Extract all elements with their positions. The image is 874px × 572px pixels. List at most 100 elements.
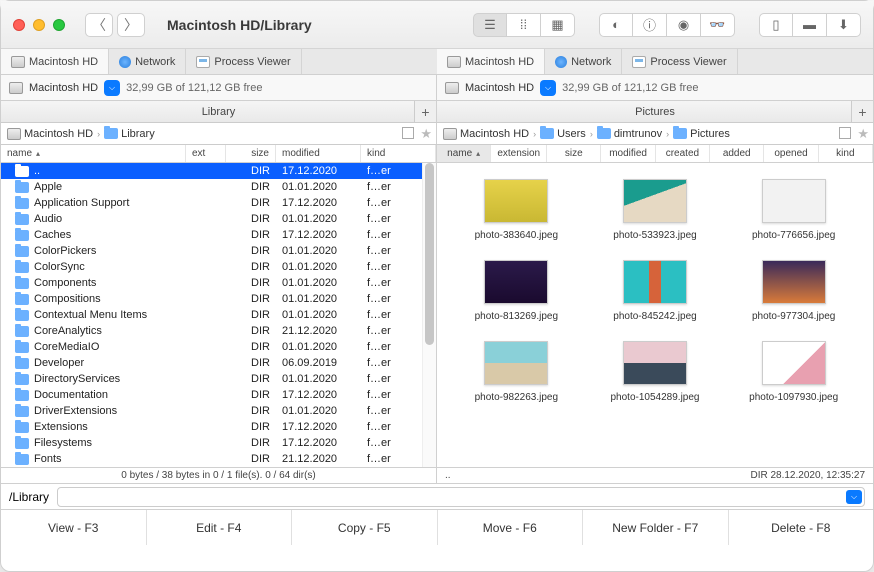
file-row[interactable]: Contextual Menu ItemsDIR01.01.2020f…er bbox=[1, 307, 436, 323]
forward-button[interactable]: 〉 bbox=[117, 13, 145, 37]
file-row[interactable]: Application SupportDIR17.12.2020f…er bbox=[1, 195, 436, 211]
left-pane[interactable]: ..DIR17.12.2020f…erAppleDIR01.01.2020f…e… bbox=[1, 163, 437, 467]
col-kind[interactable]: kind bbox=[819, 145, 873, 162]
toggle-icon[interactable]: ◐ bbox=[599, 13, 633, 37]
thumbnail-item[interactable]: photo-813269.jpeg bbox=[451, 260, 582, 323]
col-size[interactable]: size bbox=[226, 145, 276, 162]
action-move[interactable]: Move - F6 bbox=[438, 510, 584, 545]
thumbnail-item[interactable]: photo-977304.jpeg bbox=[728, 260, 859, 323]
path-input[interactable]: ⌵ bbox=[57, 487, 865, 507]
favorite-icon[interactable]: ★ bbox=[857, 126, 869, 142]
right-pane[interactable]: photo-383640.jpegphoto-533923.jpegphoto-… bbox=[437, 163, 873, 467]
file-row[interactable]: ..DIR17.12.2020f…er bbox=[1, 163, 436, 179]
file-size: DIR bbox=[226, 421, 276, 433]
action-delete[interactable]: Delete - F8 bbox=[729, 510, 874, 545]
col-added[interactable]: added bbox=[710, 145, 764, 162]
file-row[interactable]: CachesDIR17.12.2020f…er bbox=[1, 227, 436, 243]
search-icon[interactable]: 👓 bbox=[701, 13, 735, 37]
file-row[interactable]: CompositionsDIR01.01.2020f…er bbox=[1, 291, 436, 307]
action-group: ▯ ▬ ⬇ bbox=[759, 13, 861, 37]
file-size: DIR bbox=[226, 357, 276, 369]
maximize-icon[interactable] bbox=[53, 19, 65, 31]
tab-macintosh-hd[interactable]: Macintosh HD bbox=[437, 49, 545, 74]
drive-dropdown-left[interactable]: ⌵ bbox=[104, 80, 120, 96]
thumbnail-item[interactable]: photo-383640.jpeg bbox=[451, 179, 582, 242]
tab-process-viewer[interactable]: Process Viewer bbox=[622, 49, 737, 74]
file-row[interactable]: DriverExtensionsDIR01.01.2020f…er bbox=[1, 403, 436, 419]
eject-icon[interactable]: ⬇ bbox=[827, 13, 861, 37]
action-view[interactable]: View - F3 bbox=[1, 510, 147, 545]
action-edit[interactable]: Edit - F4 bbox=[147, 510, 293, 545]
thumbnail-image bbox=[623, 260, 687, 304]
thumbnail-item[interactable]: photo-1097930.jpeg bbox=[728, 341, 859, 404]
col-created[interactable]: created bbox=[656, 145, 710, 162]
drive-name-left: Macintosh HD bbox=[29, 82, 98, 94]
file-row[interactable]: DirectoryServicesDIR01.01.2020f…er bbox=[1, 371, 436, 387]
list-view-button[interactable]: ☰ bbox=[473, 13, 507, 37]
thumbnail-item[interactable]: photo-533923.jpeg bbox=[590, 179, 721, 242]
grid-view-button[interactable]: ▦ bbox=[541, 13, 575, 37]
col-kind[interactable]: kind bbox=[361, 145, 436, 162]
info-icon[interactable]: ⓘ bbox=[633, 13, 667, 37]
file-row[interactable]: FilesystemsDIR17.12.2020f…er bbox=[1, 435, 436, 451]
minimize-icon[interactable] bbox=[33, 19, 45, 31]
folder-icon bbox=[15, 294, 29, 305]
scrollbar[interactable] bbox=[422, 163, 436, 467]
favorite-icon[interactable]: ★ bbox=[420, 126, 432, 142]
breadcrumb-segment[interactable]: dimtrunov bbox=[597, 128, 662, 140]
preview-icon[interactable]: ◉ bbox=[667, 13, 701, 37]
pane-mode-icon[interactable] bbox=[839, 127, 851, 139]
col-extension[interactable]: extension bbox=[491, 145, 547, 162]
col-name[interactable]: name bbox=[437, 145, 491, 162]
tab-network[interactable]: Network bbox=[109, 49, 186, 74]
file-row[interactable]: FontsDIR21.12.2020f…er bbox=[1, 451, 436, 467]
file-row[interactable]: ComponentsDIR01.01.2020f…er bbox=[1, 275, 436, 291]
col-modified[interactable]: modified bbox=[601, 145, 655, 162]
tab-network[interactable]: Network bbox=[545, 49, 622, 74]
file-row[interactable]: ExtensionsDIR17.12.2020f…er bbox=[1, 419, 436, 435]
add-tab-right[interactable]: + bbox=[851, 101, 873, 122]
action-copy[interactable]: Copy - F5 bbox=[292, 510, 438, 545]
file-name: DirectoryServices bbox=[34, 373, 120, 385]
col-ext[interactable]: ext bbox=[186, 145, 226, 162]
action-new[interactable]: New Folder - F7 bbox=[583, 510, 729, 545]
breadcrumb-segment[interactable]: Macintosh HD bbox=[443, 128, 529, 140]
file-row[interactable]: CoreAnalyticsDIR21.12.2020f…er bbox=[1, 323, 436, 339]
path-dropdown-icon[interactable]: ⌵ bbox=[846, 490, 862, 504]
file-size: DIR bbox=[226, 293, 276, 305]
thumbnail-label: photo-813269.jpeg bbox=[475, 310, 558, 323]
file-row[interactable]: ColorSyncDIR01.01.2020f…er bbox=[1, 259, 436, 275]
pane-mode-icon[interactable] bbox=[402, 127, 414, 139]
column-view-button[interactable]: ⁞⁞ bbox=[507, 13, 541, 37]
disk-icon[interactable]: ▬ bbox=[793, 13, 827, 37]
back-button[interactable]: 〈 bbox=[85, 13, 113, 37]
thumbnail-item[interactable]: photo-776656.jpeg bbox=[728, 179, 859, 242]
archive-icon[interactable]: ▯ bbox=[759, 13, 793, 37]
folder-icon bbox=[540, 128, 554, 139]
add-tab-left[interactable]: + bbox=[414, 101, 436, 122]
tab-process-viewer[interactable]: Process Viewer bbox=[186, 49, 301, 74]
file-row[interactable]: CoreMediaIODIR01.01.2020f…er bbox=[1, 339, 436, 355]
drive-dropdown-right[interactable]: ⌵ bbox=[540, 80, 556, 96]
file-row[interactable]: AppleDIR01.01.2020f…er bbox=[1, 179, 436, 195]
file-row[interactable]: ColorPickersDIR01.01.2020f…er bbox=[1, 243, 436, 259]
col-opened[interactable]: opened bbox=[764, 145, 818, 162]
tab-label: Process Viewer bbox=[214, 56, 290, 68]
tab-macintosh-hd[interactable]: Macintosh HD bbox=[1, 49, 109, 74]
breadcrumb-segment[interactable]: Macintosh HD bbox=[7, 128, 93, 140]
thumbnail-item[interactable]: photo-982263.jpeg bbox=[451, 341, 582, 404]
file-row[interactable]: DocumentationDIR17.12.2020f…er bbox=[1, 387, 436, 403]
thumbnail-item[interactable]: photo-845242.jpeg bbox=[590, 260, 721, 323]
thumbnail-item[interactable]: photo-1054289.jpeg bbox=[590, 341, 721, 404]
file-row[interactable]: AudioDIR01.01.2020f…er bbox=[1, 211, 436, 227]
file-row[interactable]: DeveloperDIR06.09.2019f…er bbox=[1, 355, 436, 371]
close-icon[interactable] bbox=[13, 19, 25, 31]
col-size[interactable]: size bbox=[547, 145, 601, 162]
breadcrumb-segment[interactable]: Users bbox=[540, 128, 586, 140]
breadcrumb-label: Users bbox=[557, 128, 586, 140]
col-name[interactable]: name bbox=[1, 145, 186, 162]
breadcrumb-segment[interactable]: Library bbox=[104, 128, 155, 140]
thumbnail-image bbox=[623, 179, 687, 223]
breadcrumb-segment[interactable]: Pictures bbox=[673, 128, 730, 140]
col-modified[interactable]: modified bbox=[276, 145, 361, 162]
